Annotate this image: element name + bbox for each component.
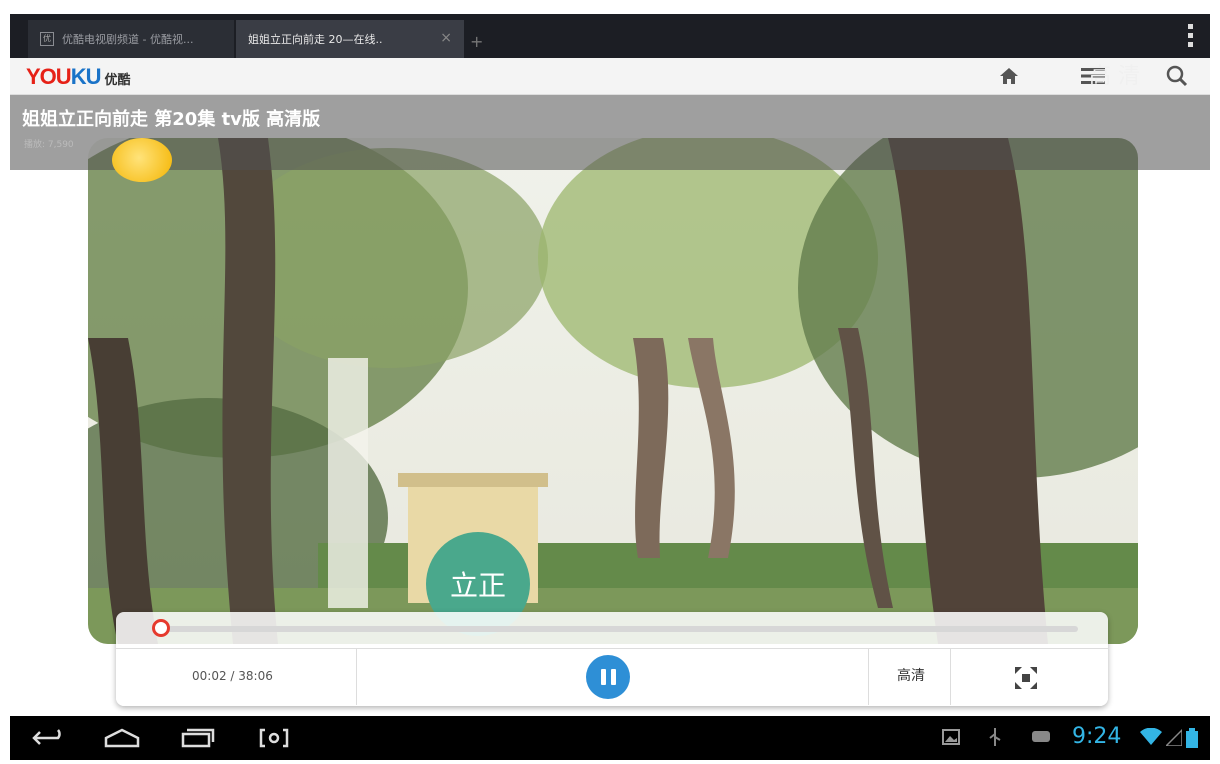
new-tab-button[interactable]: + bbox=[470, 32, 483, 51]
fullscreen-icon[interactable] bbox=[1006, 663, 1046, 693]
tab-title: 姐姐立正向前走 20—在线.. bbox=[248, 33, 383, 46]
pause-icon bbox=[600, 669, 616, 685]
signal-icon bbox=[1164, 728, 1183, 750]
video-play-count: 播放: 7,590 bbox=[24, 140, 74, 150]
android-debug-icon bbox=[1030, 728, 1052, 748]
overflow-menu-icon[interactable] bbox=[1188, 24, 1194, 47]
battery-icon bbox=[1186, 728, 1198, 752]
search-icon[interactable] bbox=[1164, 64, 1190, 88]
seek-thumb[interactable] bbox=[151, 619, 170, 637]
browser-tab-inactive[interactable]: 优 优酷电视剧频道 - 优酷视... bbox=[28, 20, 234, 58]
gallery-notification-icon bbox=[942, 728, 960, 750]
time-display: 00:02 / 38:06 bbox=[192, 669, 273, 683]
browser-tab-strip: 优 优酷电视剧频道 - 优酷视... 姐姐立正向前走 20—在线.. × + bbox=[10, 14, 1210, 58]
video-frame-image bbox=[88, 138, 1138, 644]
player-controls: 00:02 / 38:06 高清 bbox=[116, 612, 1108, 706]
pause-button[interactable] bbox=[586, 655, 630, 699]
home-icon[interactable] bbox=[996, 64, 1022, 88]
screenshot-icon[interactable] bbox=[254, 724, 294, 752]
hd-watermark: 高 清 bbox=[1089, 64, 1140, 89]
divider bbox=[950, 649, 951, 705]
divider bbox=[356, 649, 357, 705]
system-nav-bar: 9:24 bbox=[10, 716, 1210, 760]
status-clock: 9:24 bbox=[1072, 724, 1122, 749]
divider bbox=[868, 649, 869, 705]
home-nav-icon[interactable] bbox=[102, 724, 142, 752]
seek-bar[interactable] bbox=[151, 619, 1078, 637]
video-player[interactable] bbox=[88, 138, 1138, 644]
quality-button[interactable]: 高清 bbox=[876, 665, 946, 685]
channel-logo bbox=[112, 138, 172, 182]
recent-apps-icon[interactable] bbox=[178, 724, 218, 752]
wifi-icon bbox=[1140, 727, 1162, 750]
back-icon[interactable] bbox=[30, 724, 70, 752]
tab-title: 优酷电视剧频道 - 优酷视... bbox=[62, 33, 194, 46]
usb-icon bbox=[988, 728, 1002, 752]
video-title: 姐姐立正向前走 第20集 tv版 高清版 bbox=[22, 109, 321, 130]
browser-tab-active[interactable]: 姐姐立正向前走 20—在线.. × bbox=[236, 20, 464, 58]
control-row: 00:02 / 38:06 高清 bbox=[116, 648, 1108, 705]
close-tab-icon[interactable]: × bbox=[440, 30, 452, 46]
favicon-icon: 优 bbox=[40, 32, 54, 46]
youku-logo[interactable]: YOUKU 优酷 bbox=[26, 64, 130, 90]
site-header: YOUKU 优酷 bbox=[10, 58, 1210, 95]
video-title-band: 姐姐立正向前走 第20集 tv版 高清版 播放: 7,590 bbox=[10, 95, 1210, 170]
